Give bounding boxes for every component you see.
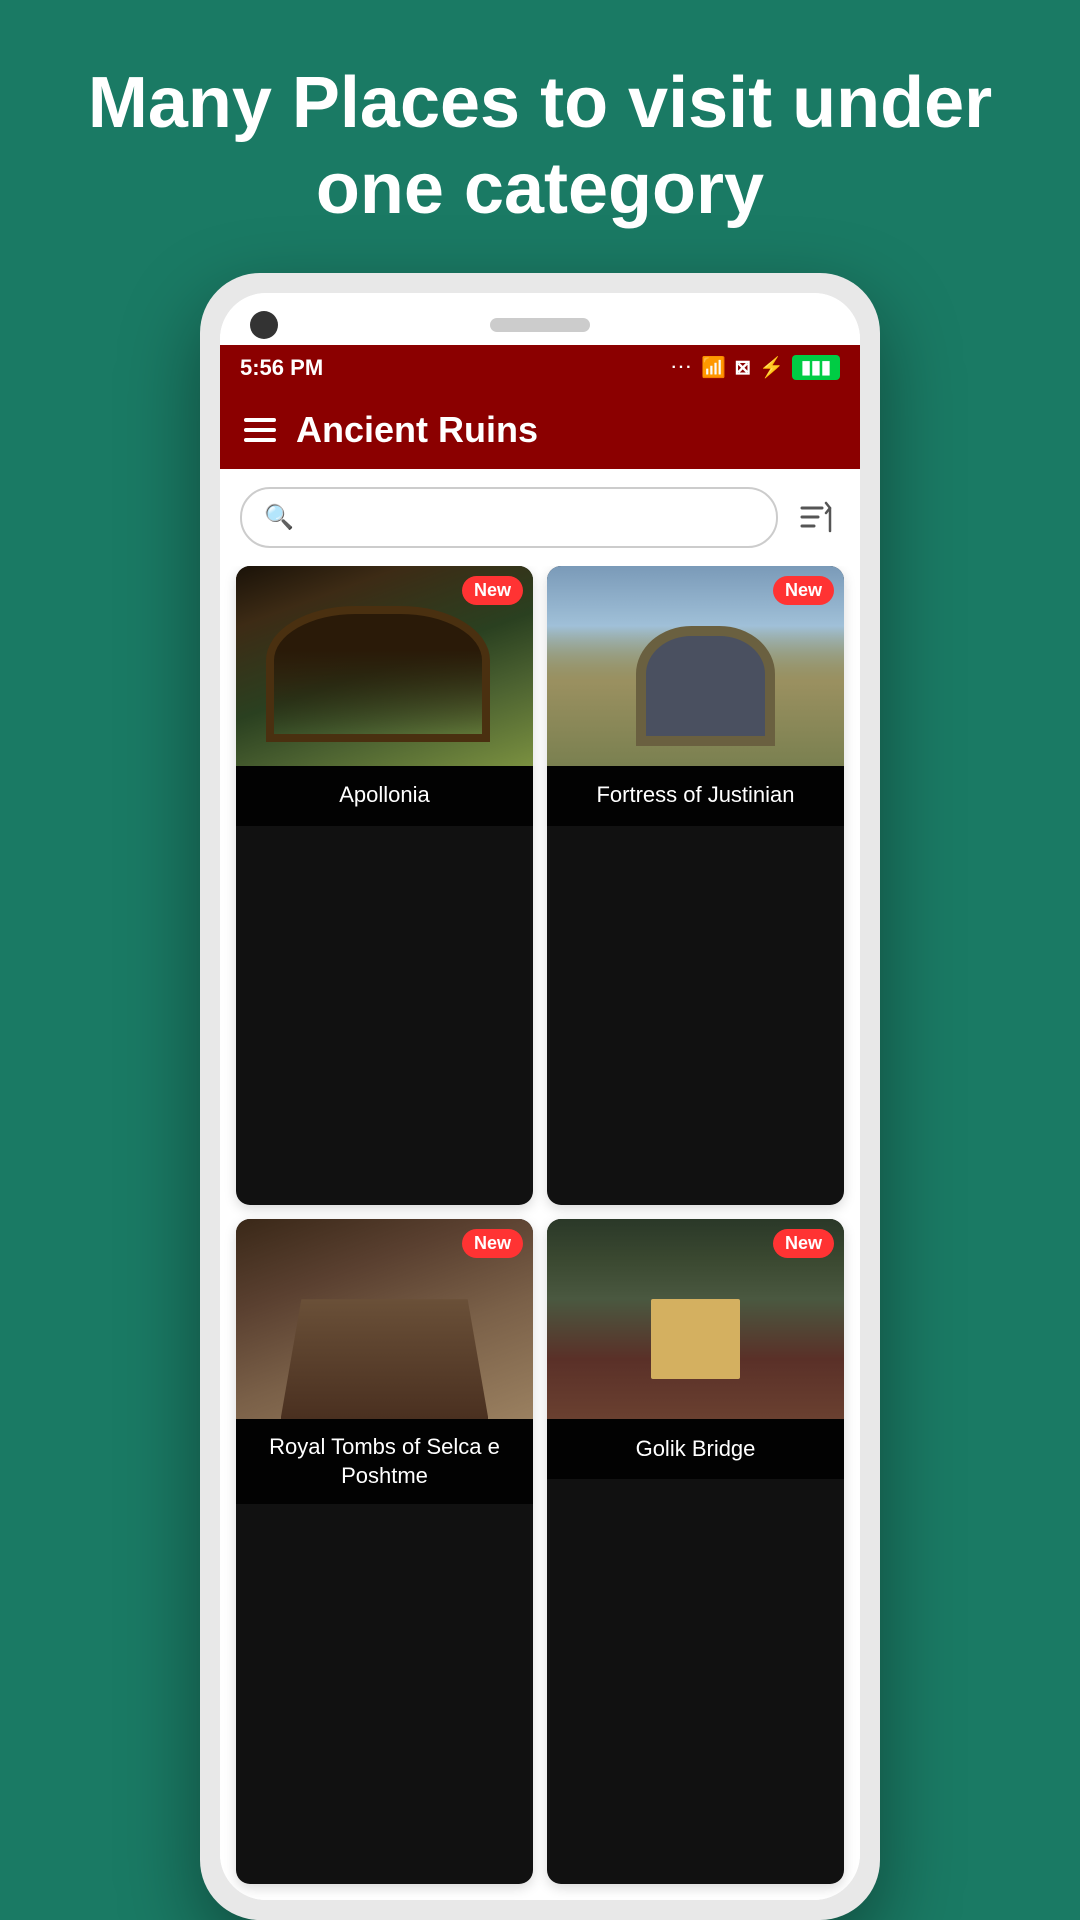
card-fortress[interactable]: New Fortress of Justinian	[547, 566, 844, 1206]
status-bar: 5:56 PM ··· 📶 ⊠ ⚡ ▮▮▮	[220, 345, 860, 391]
new-badge-fortress: New	[773, 576, 834, 605]
app-bar: Ancient Ruins	[220, 391, 860, 469]
phone-notch	[220, 293, 860, 345]
card-title-tombs: Royal Tombs of Selca e Poshtme	[236, 1419, 533, 1504]
sort-filter-button[interactable]	[792, 493, 840, 541]
card-tombs[interactable]: New Royal Tombs of Selca e Poshtme	[236, 1219, 533, 1884]
bolt-icon: ⚡	[759, 355, 784, 380]
search-input[interactable]	[306, 504, 754, 530]
phone-frame: 5:56 PM ··· 📶 ⊠ ⚡ ▮▮▮ Ancient Ruins 🔍	[200, 273, 880, 1920]
wifi-icon: 📶	[701, 355, 726, 380]
status-icons: ··· 📶 ⊠ ⚡ ▮▮▮	[671, 355, 840, 380]
phone-speaker	[490, 318, 590, 332]
card-title-fortress: Fortress of Justinian	[547, 766, 844, 826]
search-input-wrapper[interactable]: 🔍	[240, 487, 778, 548]
card-golik[interactable]: New Golik Bridge	[547, 1219, 844, 1884]
status-time: 5:56 PM	[240, 355, 323, 381]
new-badge-apollonia: New	[462, 576, 523, 605]
new-badge-golik: New	[773, 1229, 834, 1258]
card-title-apollonia: Apollonia	[236, 766, 533, 826]
hamburger-menu-button[interactable]	[244, 418, 276, 442]
battery-indicator: ▮▮▮	[792, 355, 840, 380]
phone-screen: 5:56 PM ··· 📶 ⊠ ⚡ ▮▮▮ Ancient Ruins 🔍	[220, 293, 860, 1900]
places-grid: New Apollonia New Fortress of Justinian …	[220, 566, 860, 1900]
app-title: Ancient Ruins	[296, 409, 538, 451]
search-container: 🔍	[220, 469, 860, 566]
search-icon: 🔍	[264, 503, 294, 532]
card-title-golik: Golik Bridge	[547, 1419, 844, 1479]
new-badge-tombs: New	[462, 1229, 523, 1258]
card-apollonia[interactable]: New Apollonia	[236, 566, 533, 1206]
front-camera	[250, 311, 278, 339]
sim-icon: ⊠	[734, 355, 751, 380]
dots-icon: ···	[671, 359, 693, 377]
hero-title: Many Places to visit under one category	[0, 0, 1080, 273]
